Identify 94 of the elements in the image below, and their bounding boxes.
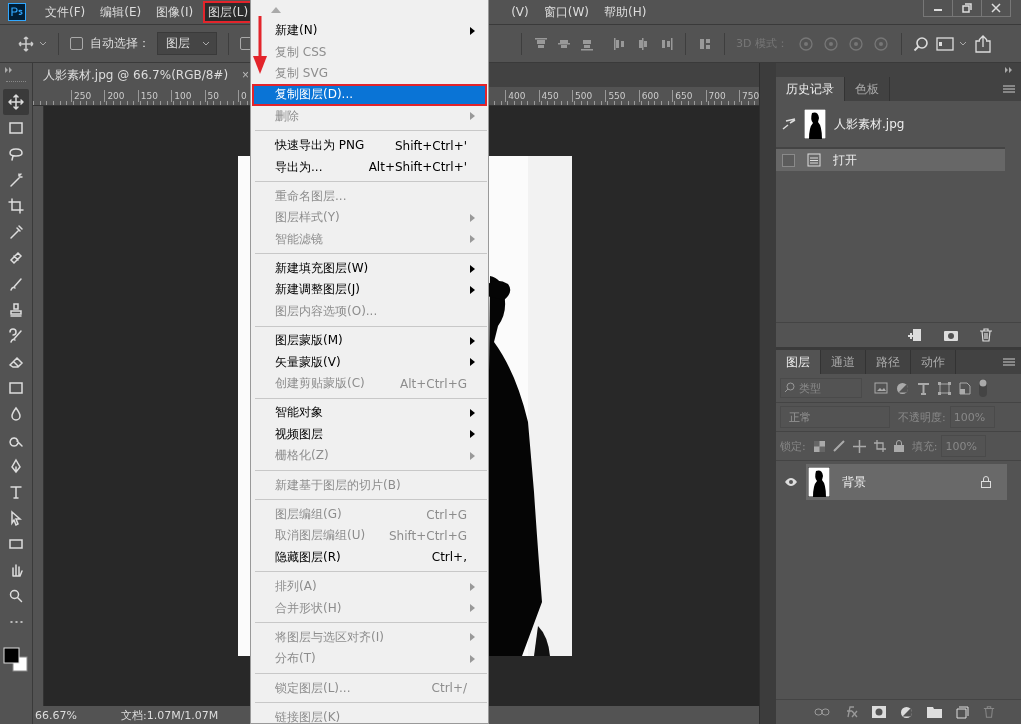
- thumbnail: [804, 109, 826, 139]
- document-title: 人影素材.jpg @ 66.7%(RGB/8#): [43, 66, 229, 84]
- menu-title[interactable]: 文件(F): [40, 1, 91, 23]
- menu-item[interactable]: 智能对象: [252, 402, 487, 424]
- search-icon: [784, 382, 795, 393]
- crop-icon[interactable]: [873, 440, 886, 452]
- new-layer-icon[interactable]: [956, 705, 969, 719]
- close-icon[interactable]: [991, 3, 1001, 13]
- document-icon: [807, 153, 821, 167]
- app-logo: [8, 3, 26, 21]
- menu-item[interactable]: 导出为... Alt+Shift+Ctrl+': [252, 156, 487, 178]
- shortcut-label: Alt+Shift+Ctrl+': [368, 160, 467, 175]
- target-select[interactable]: 图层: [157, 32, 217, 55]
- image-filter-icon[interactable]: [874, 382, 888, 394]
- ruler-label: 200: [104, 90, 125, 102]
- new-document-icon[interactable]: [907, 328, 923, 342]
- menu-item[interactable]: 视频图层: [252, 423, 487, 446]
- thumbnail: [808, 467, 830, 497]
- menu-item[interactable]: 新建调整图层(J): [252, 279, 487, 301]
- shortcut-label: Shift+Ctrl+': [394, 138, 467, 153]
- smart-object-filter-icon[interactable]: [959, 381, 971, 395]
- menu-title[interactable]: (V): [506, 1, 534, 23]
- shortcut-label: Shift+Ctrl+G: [388, 528, 467, 543]
- menu-title[interactable]: 帮助(H): [599, 1, 652, 23]
- adjustment-icon[interactable]: [900, 705, 913, 719]
- panel-tab[interactable]: 图层: [776, 350, 821, 374]
- layer-name: 背景: [842, 473, 867, 491]
- move-icon[interactable]: [18, 35, 34, 52]
- history-label: 人影素材.jpg: [834, 115, 905, 133]
- menu-item[interactable]: 新建(N): [252, 20, 487, 42]
- ruler-label: 700: [705, 90, 726, 102]
- caret-icon[interactable]: [958, 40, 967, 47]
- brush-icon[interactable]: [832, 440, 845, 452]
- move-icon[interactable]: [3, 89, 29, 115]
- share-icon[interactable]: [973, 34, 992, 53]
- type-filter-icon[interactable]: [917, 381, 930, 395]
- workspace-icon[interactable]: [935, 36, 954, 51]
- panel-tab[interactable]: 历史记录: [776, 77, 845, 101]
- menu-icon[interactable]: [1003, 358, 1015, 366]
- history-label: 打开: [833, 151, 857, 169]
- zoom-level: 66.67%: [35, 708, 77, 722]
- close-tab-button[interactable]: ×: [242, 68, 250, 82]
- shortcut-label: Ctrl+,: [431, 550, 467, 565]
- caret-icon[interactable]: [39, 40, 47, 47]
- ruler-label: 150: [137, 90, 158, 102]
- ruler-label: 650: [672, 90, 693, 102]
- annotation-arrow: [253, 16, 267, 74]
- ruler-label: 250: [71, 90, 92, 102]
- menu-item[interactable]: 图层蒙版(M): [252, 330, 487, 352]
- filter-toggle-icon[interactable]: [979, 379, 987, 397]
- trash-icon[interactable]: [983, 705, 995, 719]
- ruler-label: 100: [171, 90, 192, 102]
- layer-row[interactable]: 背景: [776, 464, 1007, 500]
- lock-icon[interactable]: [893, 440, 904, 452]
- shortcut-label: Ctrl+/: [431, 681, 467, 696]
- mask-icon[interactable]: [872, 706, 886, 718]
- document-size: 文档:1.07M/1.07M: [120, 707, 219, 723]
- menu-icon[interactable]: [1003, 85, 1015, 93]
- collapse-icon[interactable]: [1005, 67, 1013, 73]
- menu-item[interactable]: 新建填充图层(W): [252, 257, 487, 280]
- menu-item[interactable]: 隐藏图层(R) Ctrl+,: [252, 546, 487, 568]
- menu-title[interactable]: 窗口(W): [538, 1, 594, 23]
- shortcut-label: Alt+Ctrl+G: [400, 376, 467, 391]
- effects-icon[interactable]: [844, 706, 858, 718]
- menu-title[interactable]: 编辑(E): [95, 1, 147, 23]
- menu-item[interactable]: 复制图层(D)...: [252, 84, 487, 106]
- restore-icon[interactable]: [962, 3, 972, 13]
- shortcut-label: Ctrl+G: [426, 507, 467, 522]
- eye-icon[interactable]: [784, 477, 798, 487]
- checkbox[interactable]: [70, 37, 83, 50]
- shape-filter-icon[interactable]: [938, 381, 951, 395]
- history-step[interactable]: 打开: [776, 149, 1005, 171]
- caret-icon: [202, 40, 210, 47]
- adjustment-filter-icon[interactable]: [896, 381, 909, 395]
- menu-item[interactable]: 矢量蒙版(V): [252, 351, 487, 373]
- link-icon[interactable]: [814, 707, 830, 717]
- ruler-label: 450: [538, 90, 559, 102]
- auto-select-label: 自动选择：: [90, 35, 150, 52]
- folder-icon[interactable]: [927, 706, 942, 718]
- checkbox[interactable]: [782, 153, 795, 167]
- ruler-label: 0: [238, 90, 247, 102]
- menu-item[interactable]: 快速导出为 PNG Shift+Ctrl+': [252, 134, 487, 157]
- lock-pixels-icon[interactable]: [813, 440, 825, 452]
- ruler-label: 50: [204, 90, 220, 102]
- camera-icon[interactable]: [943, 328, 959, 342]
- menu-title[interactable]: 图像(I): [151, 1, 199, 23]
- ruler-label: 400: [505, 90, 526, 102]
- search-icon[interactable]: [912, 35, 929, 52]
- ruler-label: 500: [572, 90, 593, 102]
- ruler-label: 600: [638, 90, 659, 102]
- history-brush-icon[interactable]: [782, 118, 796, 130]
- ruler-label: 550: [605, 90, 626, 102]
- color-swatches-icon[interactable]: [3, 647, 29, 673]
- collapse-icon[interactable]: [5, 67, 13, 73]
